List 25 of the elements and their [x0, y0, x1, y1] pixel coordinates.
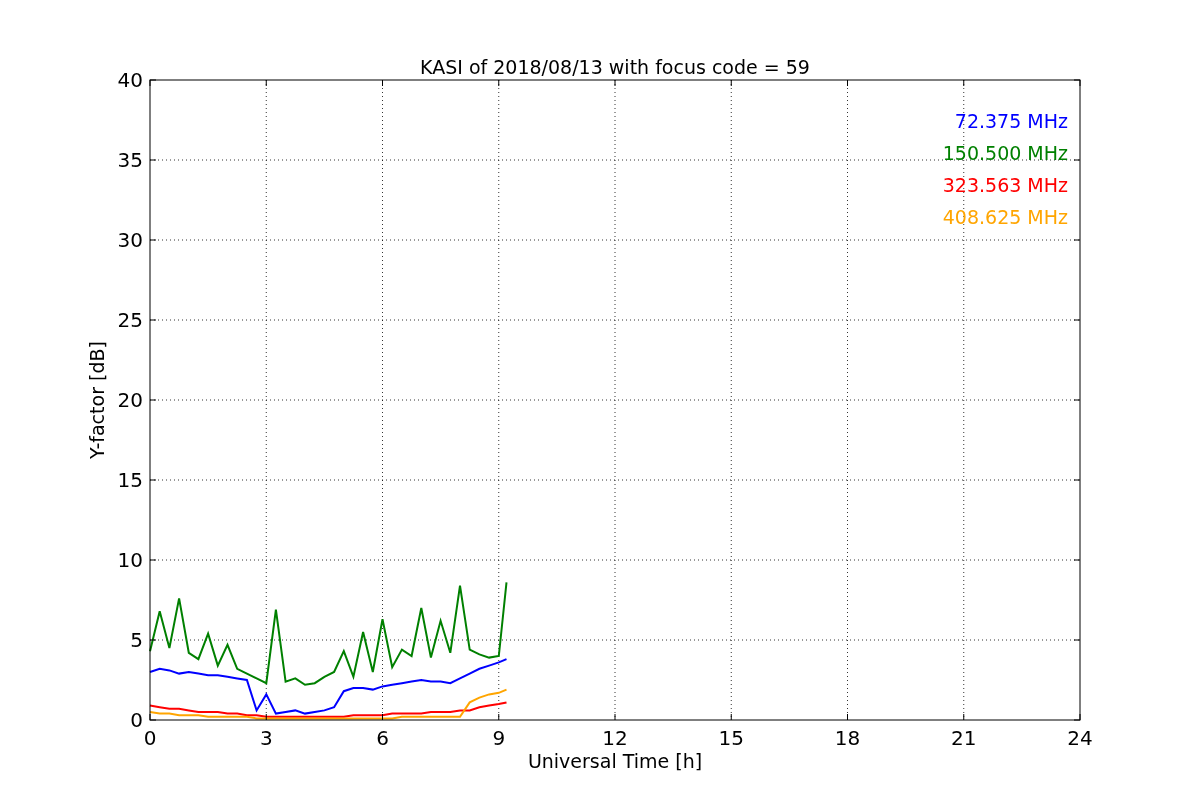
y-tick-label: 15 — [117, 468, 143, 492]
x-tick-label: 24 — [1067, 726, 1093, 750]
legend-label: 72.375 MHz — [954, 110, 1068, 132]
y-tick-label: 5 — [130, 628, 143, 652]
x-axis-label: Universal Time [h] — [527, 750, 703, 772]
x-tick-label: 3 — [259, 726, 273, 750]
legend-label: 323.563 MHz — [942, 174, 1068, 196]
legend-label: 150.500 MHz — [942, 142, 1068, 164]
y-tick-label: 20 — [117, 388, 143, 412]
y-tick-label: 25 — [117, 308, 143, 332]
chart-title: KASI of 2018/08/13 with focus code = 59 — [420, 56, 810, 78]
x-tick-label: 21 — [951, 726, 977, 750]
y-tick-label: 10 — [117, 548, 143, 572]
y-axis-label: Y-factor [dB] — [86, 341, 108, 459]
y-tick-label: 30 — [117, 228, 143, 252]
x-tick-label: 9 — [492, 726, 506, 750]
x-tick-label: 6 — [376, 726, 389, 750]
y-tick-label: 40 — [117, 68, 143, 92]
y-tick-label: 35 — [117, 148, 143, 172]
x-tick-label: 18 — [834, 726, 861, 750]
legend-label: 408.625 MHz — [942, 206, 1068, 228]
x-tick-label: 15 — [718, 726, 744, 750]
x-tick-label: 0 — [143, 726, 157, 750]
y-tick-label: 0 — [130, 708, 143, 732]
x-tick-label: 12 — [602, 726, 628, 750]
